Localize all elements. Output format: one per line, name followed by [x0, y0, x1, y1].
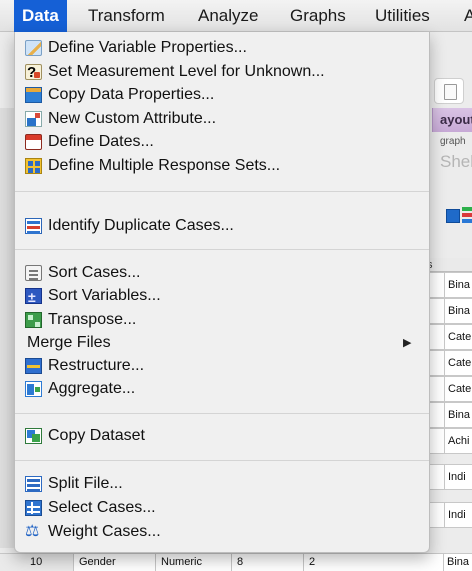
menu-item-label: Set Measurement Level for Unknown... [48, 63, 325, 80]
menu-item-label: Define Multiple Response Sets... [48, 157, 281, 174]
menu-separator [15, 191, 429, 192]
define-variable-properties-icon [25, 40, 42, 56]
menu-separator [15, 249, 429, 250]
grid-cell[interactable]: Cate [444, 324, 472, 350]
menu-item-copy-data-properties[interactable]: Copy Data Properties... [15, 83, 429, 107]
cell-type[interactable]: Numeric [156, 554, 232, 571]
menu-data[interactable]: Data [14, 0, 67, 32]
graph-sub-label: graph [440, 136, 466, 147]
identify-duplicate-cases-icon [25, 218, 42, 234]
menu-item-merge-files[interactable]: Merge Files ▶ [15, 331, 429, 355]
define-dates-icon [25, 134, 42, 150]
menu-item-sort-cases[interactable]: Sort Cases... [15, 261, 429, 285]
grid-cell[interactable]: Bina [444, 272, 472, 298]
grid-cell[interactable]: Indi [444, 502, 472, 528]
menu-item-label: Restructure... [48, 357, 145, 374]
menu-item-restructure[interactable]: Restructure... [15, 354, 429, 378]
menu-utilities[interactable]: Utilities [367, 0, 438, 32]
table-row[interactable]: 10 Gender Numeric 8 2 Bina [0, 553, 472, 571]
menu-item-label: Split File... [48, 475, 123, 492]
grid-cell[interactable]: Indi [444, 464, 472, 490]
data-menu-dropdown: Define Variable Properties... Set Measur… [14, 32, 430, 553]
aggregate-icon [25, 381, 42, 397]
set-measurement-level-icon [25, 61, 42, 85]
menu-analyze[interactable]: Analyze [190, 0, 266, 32]
row-number: 10 [0, 554, 74, 571]
cell-name[interactable]: Gender [74, 554, 156, 571]
menu-item-copy-dataset[interactable]: Copy Dataset [15, 424, 429, 448]
menu-transform[interactable]: Transform [80, 0, 173, 32]
bar-icon [462, 207, 472, 211]
grid-cell[interactable]: Cate [444, 350, 472, 376]
cell-width[interactable]: 8 [232, 554, 304, 571]
menu-item-label: New Custom Attribute... [48, 110, 217, 127]
menu-item-define-variable-properties[interactable]: Define Variable Properties... [15, 36, 429, 60]
grid-cell[interactable]: Cate [444, 376, 472, 402]
menu-item-transpose[interactable]: Transpose... [15, 308, 429, 332]
grid-icon [446, 209, 460, 223]
bar-icon [462, 213, 472, 217]
menu-item-label: Select Cases... [48, 499, 156, 516]
submenu-arrow-icon: ▶ [403, 337, 412, 349]
new-custom-attribute-icon [25, 111, 42, 127]
menu-item-select-cases[interactable]: Select Cases... [15, 496, 429, 520]
chart-toolbar-icons[interactable] [434, 207, 472, 227]
grid-cell[interactable]: Achi [444, 428, 472, 454]
menu-item-define-dates[interactable]: Define Dates... [15, 130, 429, 154]
copy-dataset-icon [25, 428, 42, 444]
grid-cell[interactable]: Bina [444, 298, 472, 324]
define-multiple-response-sets-icon [25, 158, 42, 174]
menu-item-label: Weight Cases... [48, 523, 161, 540]
copy-data-properties-icon [25, 87, 42, 103]
menu-item-label: Copy Dataset [48, 427, 145, 444]
left-window-edge [0, 108, 14, 548]
menu-item-label: Identify Duplicate Cases... [48, 217, 234, 234]
menu-add-ons[interactable]: A [456, 0, 472, 32]
menu-item-label: Define Dates... [48, 133, 154, 150]
menu-item-label: Aggregate... [48, 380, 136, 397]
cell-label[interactable]: Bina [444, 554, 472, 571]
menu-separator [15, 413, 429, 414]
menu-item-sort-variables[interactable]: Sort Variables... [15, 284, 429, 309]
menu-item-label: Sort Variables... [48, 287, 161, 304]
toolbar-document-button[interactable] [434, 78, 464, 104]
menu-item-new-custom-attribute[interactable]: New Custom Attribute... [15, 107, 429, 131]
menu-item-label: Sort Cases... [48, 264, 141, 281]
layout-tab-label: ayout [440, 112, 472, 127]
sort-cases-icon [25, 265, 42, 281]
menu-item-label: Transpose... [48, 311, 137, 328]
menu-item-set-measurement-level[interactable]: Set Measurement Level for Unknown... [15, 60, 429, 85]
menu-bar: Data Transform Analyze Graphs Utilities … [0, 0, 472, 32]
split-file-icon [25, 476, 42, 492]
transpose-icon [25, 312, 42, 328]
menu-item-identify-duplicate-cases[interactable]: Identify Duplicate Cases... [15, 214, 429, 238]
menu-item-weight-cases[interactable]: Weight Cases... [15, 519, 429, 544]
restructure-icon [25, 358, 42, 374]
weight-cases-icon [25, 519, 42, 543]
menu-item-define-multiple-response-sets[interactable]: Define Multiple Response Sets... [15, 154, 429, 178]
menu-item-label: Define Variable Properties... [48, 39, 247, 56]
select-cases-icon [25, 500, 42, 516]
grid-cell[interactable]: Bina [444, 402, 472, 428]
menu-item-label: Copy Data Properties... [48, 86, 215, 103]
menu-separator [15, 460, 429, 461]
cell-decimals[interactable]: 2 [304, 554, 444, 571]
menu-item-label: Merge Files [27, 334, 111, 351]
menu-graphs[interactable]: Graphs [282, 0, 354, 32]
shell-field[interactable]: Shell_ [440, 152, 472, 172]
menu-item-aggregate[interactable]: Aggregate... [15, 377, 429, 401]
bar-icon [462, 219, 472, 223]
sort-variables-icon [25, 285, 42, 309]
menu-item-split-file[interactable]: Split File... [15, 472, 429, 496]
